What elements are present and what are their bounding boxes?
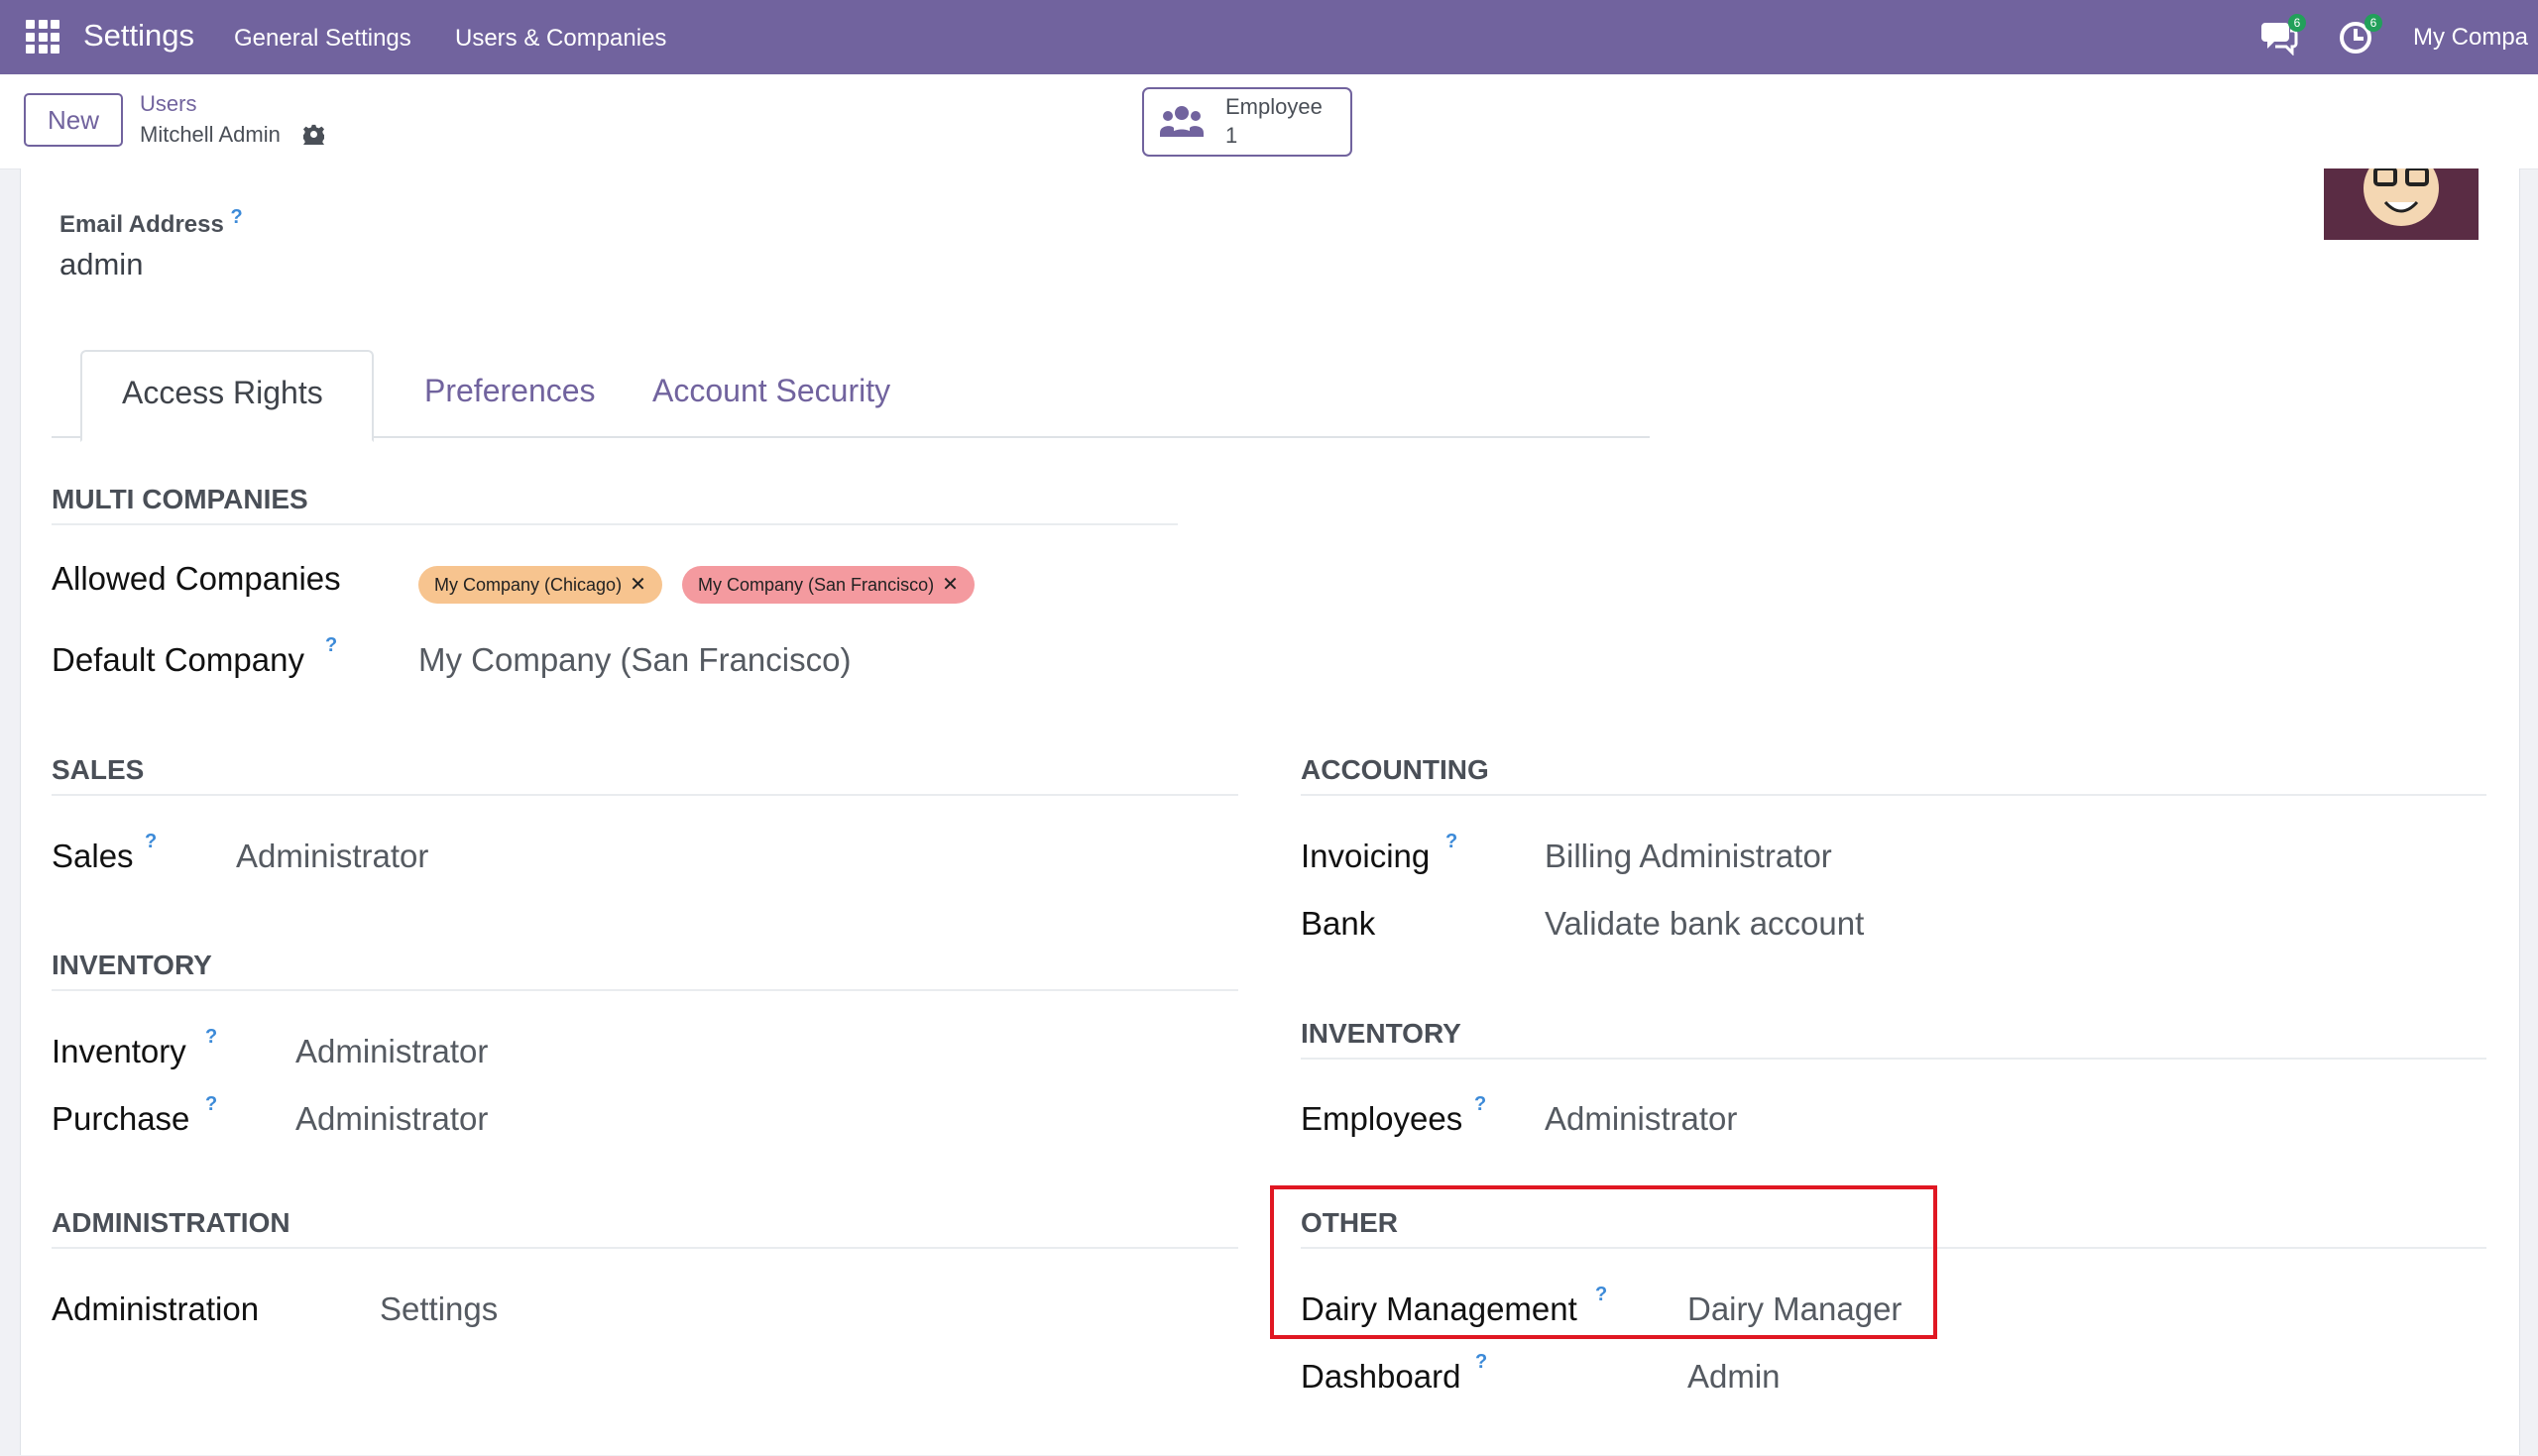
control-panel: New Users Mitchell Admin Employee 1 [0,74,2538,169]
tab-access-rights[interactable]: Access Rights [80,350,374,442]
bank-value[interactable]: Validate bank account [1545,905,1864,943]
help-icon[interactable]: ? [205,1093,217,1116]
help-icon[interactable]: ? [145,831,157,853]
company-tag-san-francisco[interactable]: My Company (San Francisco) ✕ [682,566,975,604]
dashboard-value[interactable]: Admin [1687,1358,1781,1396]
tab-preferences[interactable]: Preferences [424,373,596,409]
administration-value[interactable]: Settings [380,1290,498,1328]
dashboard-label: Dashboard [1301,1358,1461,1395]
purchase-label: Purchase [52,1100,190,1137]
help-icon[interactable]: ? [205,1026,217,1049]
apps-menu-icon[interactable] [26,20,59,54]
new-button[interactable]: New [24,93,123,147]
users-icon [1160,106,1204,137]
purchase-value[interactable]: Administrator [295,1100,488,1138]
bank-label: Bank [1301,905,1376,942]
close-icon[interactable]: ✕ [630,574,646,596]
sales-value[interactable]: Administrator [236,838,428,875]
highlight-box [1270,1185,1937,1339]
close-icon[interactable]: ✕ [942,574,959,596]
section-divider [52,794,1238,796]
section-title-multi-companies: MULTI COMPANIES [52,484,308,514]
section-title-accounting: ACCOUNTING [1301,754,1489,785]
employees-label: Employees [1301,1100,1463,1137]
activities-count-badge: 6 [2365,14,2382,32]
inventory-label: Inventory [52,1033,186,1069]
help-icon[interactable]: ? [231,206,243,228]
allowed-companies-label: Allowed Companies [52,560,341,597]
section-divider [1301,794,2486,796]
company-switcher[interactable]: My Compa [2413,24,2528,52]
help-icon[interactable]: ? [325,634,337,657]
administration-label: Administration [52,1290,260,1327]
section-divider [52,989,1238,991]
invoicing-label: Invoicing [1301,838,1431,874]
default-company-value[interactable]: My Company (San Francisco) [418,641,851,679]
messages-button[interactable]: 6 [2260,14,2306,60]
breadcrumb-users[interactable]: Users [140,91,196,117]
default-company-label: Default Company [52,641,304,678]
section-title-administration: ADMINISTRATION [52,1207,290,1238]
help-icon[interactable]: ? [1445,831,1457,853]
invoicing-value[interactable]: Billing Administrator [1545,838,1832,875]
section-title-sales: SALES [52,754,145,785]
user-avatar[interactable] [2324,168,2479,240]
tab-account-security[interactable]: Account Security [652,373,890,409]
help-icon[interactable]: ? [1475,1351,1487,1374]
section-title-inventory-right: INVENTORY [1301,1018,1461,1049]
employee-smart-button[interactable]: Employee 1 [1142,87,1352,157]
section-title-inventory: INVENTORY [52,950,212,980]
top-navbar: Settings General Settings Users & Compan… [0,0,2538,74]
email-value[interactable]: admin [59,247,143,282]
employee-count: 1 [1225,123,1238,148]
record-name: Mitchell Admin [140,122,281,147]
help-icon[interactable]: ? [1474,1093,1486,1116]
employees-value[interactable]: Administrator [1545,1100,1737,1138]
section-divider [52,1247,1238,1249]
messages-count-badge: 6 [2288,14,2306,32]
sales-label: Sales [52,838,134,874]
section-divider [1301,1058,2486,1060]
company-tag-chicago[interactable]: My Company (Chicago) ✕ [418,566,662,604]
employee-button-label: Employee [1225,94,1323,119]
inventory-value[interactable]: Administrator [295,1033,488,1070]
app-title[interactable]: Settings [83,18,194,54]
activities-button[interactable]: 6 [2337,14,2382,60]
section-divider [52,523,1178,525]
menu-users-companies[interactable]: Users & Companies [455,25,666,53]
menu-general-settings[interactable]: General Settings [234,25,411,53]
email-label: Email Address ? [59,206,243,238]
gear-icon[interactable] [303,124,324,145]
